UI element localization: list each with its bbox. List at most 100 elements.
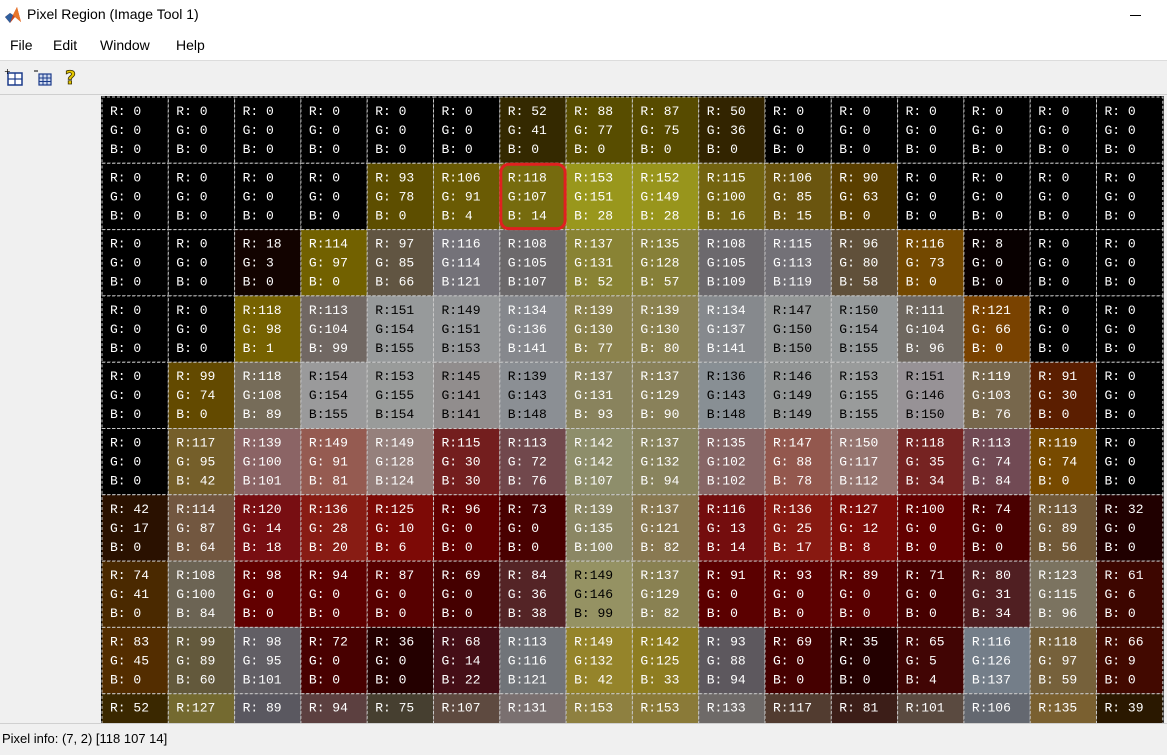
pixel-cell[interactable]: R:106 G: 91 B: 4: [433, 162, 501, 231]
pixel-cell[interactable]: R: 32 G: 0 B: 0: [1096, 494, 1164, 562]
pixel-cell[interactable]: R:127 G: 12 B: 8: [830, 494, 899, 562]
pixel-cell[interactable]: R:139 G:100 B:101: [234, 428, 302, 496]
pixel-cell[interactable]: R: 0 G: 0 B: 0: [300, 96, 368, 164]
pixel-cell[interactable]: R: 94: [300, 693, 368, 723]
pixel-cell[interactable]: R:117: [764, 693, 832, 723]
pixel-cell[interactable]: R:108 G:100 B: 84: [167, 560, 236, 628]
pixel-cell[interactable]: R: 61 G: 6 B: 0: [1096, 560, 1164, 628]
pixel-cell[interactable]: R: 98 G: 95 B:101: [234, 626, 302, 695]
pixel-cell[interactable]: R: 0 G: 0 B: 0: [433, 96, 501, 164]
copy-table-icon[interactable]: [33, 67, 53, 87]
pixel-cell[interactable]: R: 69 G: 0 B: 0: [433, 560, 501, 628]
pixel-cell[interactable]: R:115 G: 30 B: 30: [433, 428, 501, 496]
pixel-cell[interactable]: R: 69 G: 0 B: 0: [764, 626, 832, 695]
menu-edit[interactable]: Edit: [53, 37, 77, 53]
pixel-cell[interactable]: R:153 G:155 B:155: [830, 361, 899, 430]
pixel-cell[interactable]: R:114 G: 87 B: 64: [167, 494, 236, 562]
pixel-cell[interactable]: R:135: [1029, 693, 1097, 723]
pixel-cell[interactable]: R:149 G: 91 B: 81: [300, 428, 368, 496]
pixel-cell[interactable]: R:149 G:132 B: 42: [565, 626, 633, 695]
pixel-cell[interactable]: R:118 G: 35 B: 34: [897, 428, 965, 496]
pixel-cell[interactable]: R: 0 G: 0 B: 0: [1096, 361, 1164, 430]
pixel-cell[interactable]: R: 0 G: 0 B: 0: [1096, 162, 1164, 231]
pixel-cell[interactable]: R: 89 G: 0 B: 0: [830, 560, 899, 628]
menu-file[interactable]: File: [10, 37, 33, 53]
pixel-cell[interactable]: R: 84 G: 36 B: 38: [499, 560, 567, 628]
pixel-cell[interactable]: R:151 G:154 B:155: [366, 295, 435, 363]
pixel-cell[interactable]: R: 0 G: 0 B: 0: [897, 96, 965, 164]
new-figure-icon[interactable]: +: [4, 67, 24, 87]
pixel-cell[interactable]: R: 0 G: 0 B: 0: [897, 162, 965, 231]
pixel-cell[interactable]: R: 52: [101, 693, 169, 723]
pixel-cell[interactable]: R: 8 G: 0 B: 0: [963, 229, 1031, 297]
pixel-cell[interactable]: R: 0 G: 0 B: 0: [300, 162, 368, 231]
pixel-cell[interactable]: R: 0 G: 0 B: 0: [101, 295, 169, 363]
pixel-cell[interactable]: R: 0 G: 0 B: 0: [167, 162, 236, 231]
pixel-cell[interactable]: R:127: [167, 693, 236, 723]
pixel-cell[interactable]: R: 0 G: 0 B: 0: [1029, 295, 1097, 363]
pixel-cell[interactable]: R: 87 G: 75 B: 0: [631, 96, 700, 164]
pixel-cell[interactable]: R:142 G:125 B: 33: [631, 626, 700, 695]
pixel-cell[interactable]: R: 97 G: 85 B: 66: [366, 229, 435, 297]
pixel-cell[interactable]: R:113 G: 89 B: 56: [1029, 494, 1097, 562]
pixel-cell[interactable]: R: 74 G: 0 B: 0: [963, 494, 1031, 562]
pixel-cell[interactable]: R: 50 G: 36 B: 0: [698, 96, 766, 164]
pixel-cell[interactable]: R: 87 G: 0 B: 0: [366, 560, 435, 628]
pixel-cell[interactable]: R: 96 G: 0 B: 0: [433, 494, 501, 562]
pixel-cell[interactable]: R:118 G: 97 B: 59: [1029, 626, 1097, 695]
pixel-cell[interactable]: R:116 G: 73 B: 0: [897, 229, 965, 297]
pixel-cell[interactable]: R: 0 G: 0 B: 0: [1096, 229, 1164, 297]
pixel-cell[interactable]: R:149 G:151 B:153: [433, 295, 501, 363]
pixel-cell[interactable]: R: 81: [830, 693, 899, 723]
pixel-cell[interactable]: R: 99 G: 74 B: 0: [167, 361, 236, 430]
pixel-cell[interactable]: R:145 G:141 B:141: [433, 361, 501, 430]
pixel-cell[interactable]: R: 93 G: 0 B: 0: [764, 560, 832, 628]
pixel-cell[interactable]: R: 0 G: 0 B: 0: [1029, 229, 1097, 297]
pixel-cell[interactable]: R:114 G: 97 B: 0: [300, 229, 368, 297]
pixel-cell[interactable]: R: 91 G: 0 B: 0: [698, 560, 766, 628]
pixel-cell[interactable]: R: 73 G: 0 B: 0: [499, 494, 567, 562]
pixel-cell[interactable]: R: 83 G: 45 B: 0: [101, 626, 169, 695]
pixel-cell[interactable]: R:139 G:135 B:100: [565, 494, 633, 562]
pixel-cell[interactable]: R: 98 G: 0 B: 0: [234, 560, 302, 628]
pixel-cell[interactable]: R: 0 G: 0 B: 0: [1029, 96, 1097, 164]
menu-help[interactable]: Help: [176, 37, 205, 53]
minimize-button[interactable]: [1121, 4, 1149, 26]
pixel-cell[interactable]: R:133: [698, 693, 766, 723]
pixel-cell[interactable]: R:118 G: 98 B: 1: [234, 295, 302, 363]
pixel-cell[interactable]: R: 42 G: 17 B: 0: [101, 494, 169, 562]
pixel-cell[interactable]: R:123 G:115 B: 96: [1029, 560, 1097, 628]
pixel-cell[interactable]: R: 88 G: 77 B: 0: [565, 96, 633, 164]
pixel-cell[interactable]: R: 0 G: 0 B: 0: [1096, 295, 1164, 363]
pixel-cell[interactable]: R: 93 G: 88 B: 94: [698, 626, 766, 695]
pixel-cell[interactable]: R:153 G:155 B:154: [366, 361, 435, 430]
pixel-cell[interactable]: R:137 G:129 B: 82: [631, 560, 700, 628]
pixel-cell[interactable]: R:131: [499, 693, 567, 723]
pixel-cell[interactable]: R: 0 G: 0 B: 0: [167, 295, 236, 363]
pixel-cell[interactable]: R:119 G: 74 B: 0: [1029, 428, 1097, 496]
pixel-cell[interactable]: R:154 G:154 B:155: [300, 361, 368, 430]
pixel-cell[interactable]: R: 0 G: 0 B: 0: [764, 96, 832, 164]
pixel-cell[interactable]: R:147 G: 88 B: 78: [764, 428, 832, 496]
pixel-cell[interactable]: R:153 G:151 B: 28: [565, 162, 633, 231]
pixel-grid[interactable]: R: 0G: 0B: 0R: 0G: 0B: 0R: 0G: 0B: 0R: 0…: [0, 95, 1167, 723]
help-icon[interactable]: ?: [62, 67, 82, 87]
pixel-cell[interactable]: R: 99 G: 89 B: 60: [167, 626, 236, 695]
pixel-cell[interactable]: R: 0 G: 0 B: 0: [366, 96, 435, 164]
pixel-cell[interactable]: R: 74 G: 41 B: 0: [101, 560, 169, 628]
pixel-cell[interactable]: R: 0 G: 0 B: 0: [830, 96, 899, 164]
pixel-cell[interactable]: R:139 G:130 B: 80: [631, 295, 700, 363]
pixel-cell[interactable]: R:149 G:146 B: 99: [565, 560, 633, 628]
pixel-cell[interactable]: R:116 G:126 B:137: [963, 626, 1031, 695]
pixel-cell[interactable]: R:142 G:142 B:107: [565, 428, 633, 496]
pixel-cell[interactable]: R:116 G:114 B:121: [433, 229, 501, 297]
pixel-cell[interactable]: R:150 G:117 B:112: [830, 428, 899, 496]
pixel-cell[interactable]: R: 65 G: 5 B: 4: [897, 626, 965, 695]
pixel-cell[interactable]: R:106: [963, 693, 1031, 723]
pixel-cell[interactable]: R:116 G: 13 B: 14: [698, 494, 766, 562]
pixel-cell[interactable]: R: 0 G: 0 B: 0: [101, 361, 169, 430]
pixel-cell[interactable]: R:137 G:132 B: 94: [631, 428, 700, 496]
pixel-cell[interactable]: R: 0 G: 0 B: 0: [963, 96, 1031, 164]
pixel-cell[interactable]: R:147 G:150 B:150: [764, 295, 832, 363]
pixel-cell[interactable]: R: 80 G: 31 B: 34: [963, 560, 1031, 628]
